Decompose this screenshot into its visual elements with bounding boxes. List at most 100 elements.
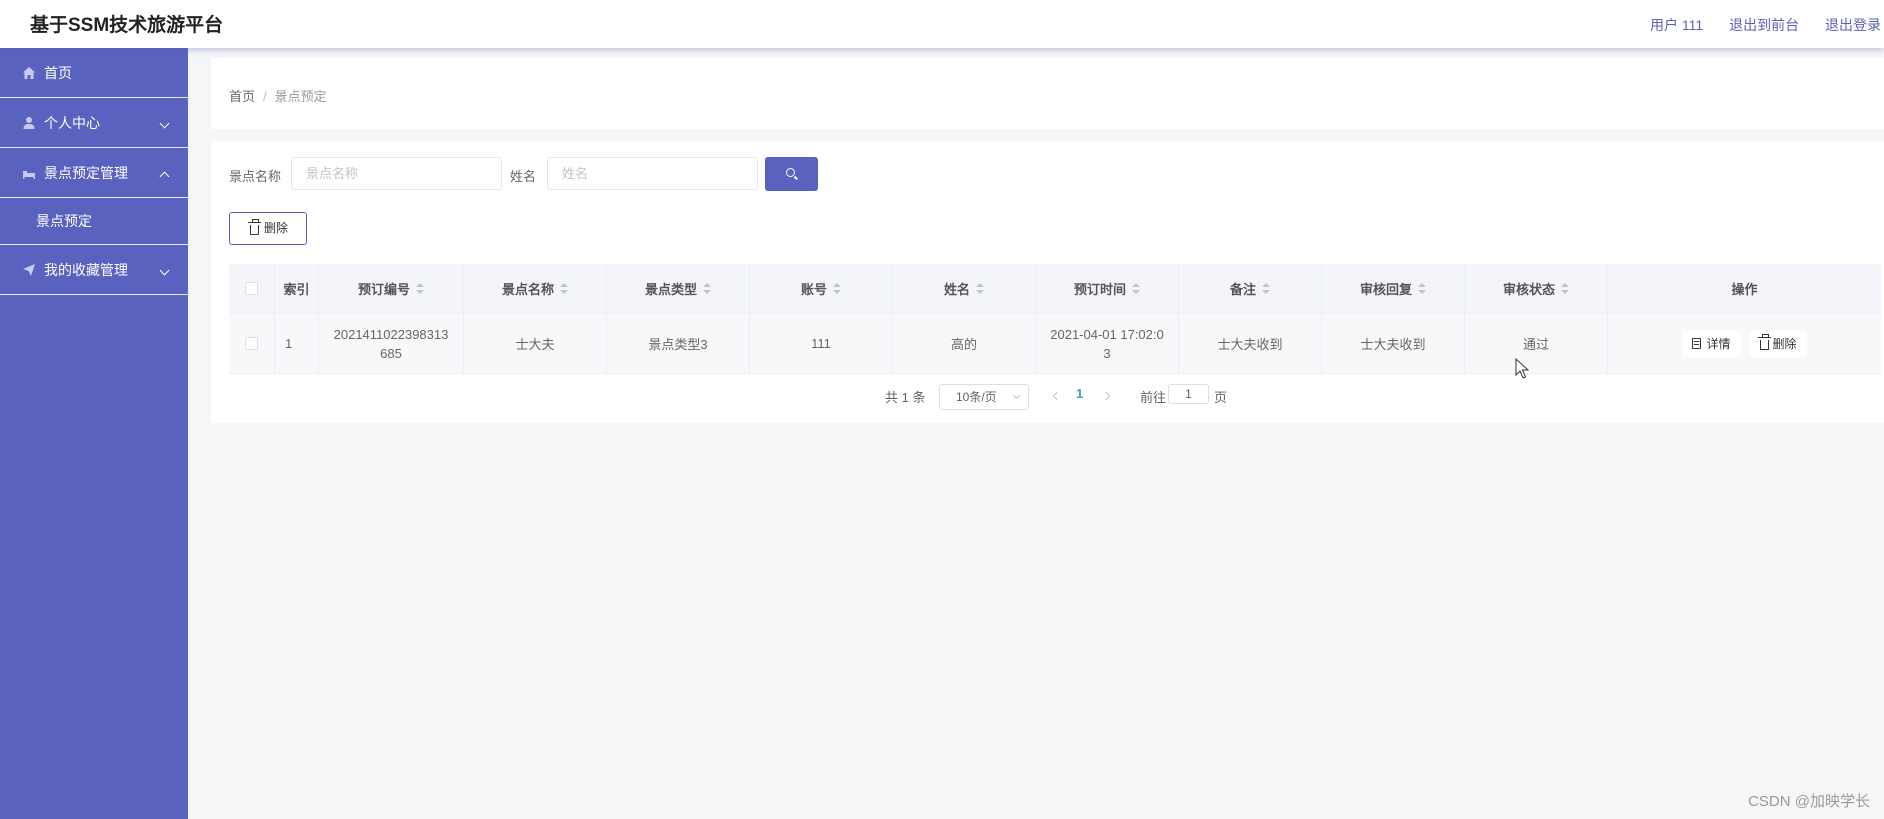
- cell-index: 1: [275, 314, 319, 373]
- sidebar-item-label: 景点预定管理: [44, 165, 128, 181]
- spot-name-input[interactable]: [291, 157, 502, 190]
- chevron-down-icon: [159, 118, 170, 129]
- sort-icon[interactable]: [416, 282, 424, 295]
- trash-icon: [248, 219, 261, 235]
- top-links: 用户 111 退出到前台 退出登录: [1628, 15, 1884, 35]
- sort-icon[interactable]: [1561, 282, 1569, 295]
- sidebar-item-label: 首页: [44, 65, 72, 81]
- delete-button[interactable]: 删除: [229, 212, 307, 245]
- sort-icon[interactable]: [1132, 282, 1140, 295]
- page-number-current[interactable]: 1: [1076, 386, 1083, 401]
- breadcrumb-separator: /: [263, 89, 267, 104]
- sort-icon[interactable]: [560, 282, 568, 295]
- column-header-actions: 操作: [1608, 264, 1881, 313]
- sort-icon[interactable]: [976, 282, 984, 295]
- sidebar-item-label: 个人中心: [44, 115, 100, 131]
- page-unit-label: 页: [1214, 390, 1228, 405]
- page-size-select[interactable]: 10条/页: [939, 384, 1029, 410]
- home-icon: [23, 67, 35, 79]
- column-header-account[interactable]: 账号: [750, 264, 893, 313]
- goto-page-input[interactable]: [1168, 384, 1209, 404]
- column-header-label: 备注: [1229, 282, 1256, 297]
- column-header-label: 操作: [1731, 282, 1758, 297]
- cell-time: 2021-04-01 17:02:03: [1036, 314, 1179, 373]
- send-icon: [23, 264, 35, 276]
- sort-icon[interactable]: [833, 282, 841, 295]
- column-header-spot-name[interactable]: 景点名称: [464, 264, 607, 313]
- sidebar-item-booking-management[interactable]: 景点预定管理: [0, 148, 188, 198]
- cell-name: 高的: [893, 314, 1036, 373]
- document-icon: [1692, 337, 1702, 349]
- trash-icon: [1757, 333, 1771, 350]
- sidebar: 首页 个人中心 景点预定管理 景点预定 我的收藏管理: [0, 48, 188, 819]
- search-button[interactable]: [765, 157, 818, 191]
- watermark: CSDN @加映学长: [1748, 793, 1870, 810]
- top-bar: 基于SSM技术旅游平台 用户 111 退出到前台 退出登录: [0, 0, 1884, 48]
- table-row: 1 2021411022398313685 士大夫 景点类型3 111 高的 2…: [229, 314, 1881, 374]
- column-header-reply[interactable]: 审核回复: [1322, 264, 1465, 313]
- column-header-label: 审核回复: [1359, 282, 1412, 297]
- column-header-label: 景点名称: [501, 282, 554, 297]
- column-header-remark[interactable]: 备注: [1179, 264, 1322, 313]
- cell-status: 通过: [1465, 314, 1608, 373]
- detail-button[interactable]: 详情: [1682, 330, 1741, 357]
- table-header: 索引 预订编号 景点名称 景点类型 账号 姓名 预订时间 备注 审核回复 审核状…: [229, 264, 1881, 314]
- sidebar-item-label: 我的收藏管理: [44, 262, 128, 278]
- cell-spot-name: 士大夫: [464, 314, 607, 373]
- page-size-value: 10条/页: [956, 390, 997, 404]
- select-all-checkbox[interactable]: [245, 282, 258, 295]
- breadcrumb: 首页 / 景点预定: [229, 86, 327, 105]
- sidebar-item-home[interactable]: 首页: [0, 48, 188, 98]
- back-to-front-link[interactable]: 退出到前台: [1729, 17, 1799, 33]
- column-header-label: 预订编号: [357, 282, 410, 297]
- mouse-cursor-icon: [1515, 358, 1529, 379]
- spot-name-label: 景点名称: [229, 169, 282, 184]
- cell-actions: 详情 删除: [1608, 314, 1881, 373]
- cell-account: 111: [750, 314, 893, 373]
- sort-icon[interactable]: [1418, 282, 1426, 295]
- search-icon-handle: [794, 175, 798, 180]
- goto-label: 前往: [1140, 390, 1167, 405]
- chevron-up-icon: [159, 171, 170, 182]
- person-name-label: 姓名: [510, 169, 537, 184]
- column-header-label: 审核状态: [1502, 282, 1555, 297]
- total-count: 共 1 条: [885, 390, 926, 405]
- cell-reply: 士大夫收到: [1322, 314, 1465, 373]
- logout-link[interactable]: 退出登录: [1825, 17, 1881, 33]
- delete-button-label: 删除: [264, 221, 289, 235]
- sidebar-item-favorites-management[interactable]: 我的收藏管理: [0, 245, 188, 295]
- booking-table: 索引 预订编号 景点名称 景点类型 账号 姓名 预订时间 备注 审核回复 审核状…: [229, 264, 1881, 374]
- breadcrumb-current: 景点预定: [274, 89, 327, 104]
- user-label[interactable]: 用户 111: [1650, 17, 1703, 33]
- chevron-down-icon: [1012, 391, 1021, 400]
- column-header-label: 景点类型: [644, 282, 697, 297]
- row-delete-button-label: 删除: [1772, 336, 1797, 351]
- sidebar-item-booking[interactable]: 景点预定: [0, 198, 188, 245]
- person-name-input[interactable]: [547, 157, 758, 190]
- cell-remark: 士大夫收到: [1179, 314, 1322, 373]
- column-header-label: 账号: [800, 282, 827, 297]
- row-delete-button[interactable]: 删除: [1748, 330, 1807, 357]
- row-checkbox[interactable]: [245, 337, 258, 350]
- detail-button-label: 详情: [1706, 336, 1731, 351]
- column-header-spot-type[interactable]: 景点类型: [607, 264, 750, 313]
- column-header-label: 姓名: [943, 282, 970, 297]
- cell-order-no: 2021411022398313685: [319, 314, 464, 373]
- hotel-icon: [23, 171, 35, 179]
- column-header-status[interactable]: 审核状态: [1465, 264, 1608, 313]
- select-all-cell: [229, 264, 275, 313]
- breadcrumb-card: 首页 / 景点预定: [211, 58, 1884, 129]
- row-select-cell: [229, 314, 275, 373]
- column-header-name[interactable]: 姓名: [893, 264, 1036, 313]
- chevron-down-icon: [159, 265, 170, 276]
- column-header-time[interactable]: 预订时间: [1036, 264, 1179, 313]
- column-header-index: 索引: [275, 264, 319, 313]
- column-header-label: 索引: [283, 282, 310, 297]
- sidebar-item-personal-center[interactable]: 个人中心: [0, 98, 188, 148]
- column-header-label: 预订时间: [1073, 282, 1126, 297]
- user-icon: [23, 117, 35, 129]
- sort-icon[interactable]: [703, 282, 711, 295]
- sort-icon[interactable]: [1262, 282, 1270, 295]
- column-header-order-no[interactable]: 预订编号: [319, 264, 464, 313]
- breadcrumb-home[interactable]: 首页: [229, 89, 255, 104]
